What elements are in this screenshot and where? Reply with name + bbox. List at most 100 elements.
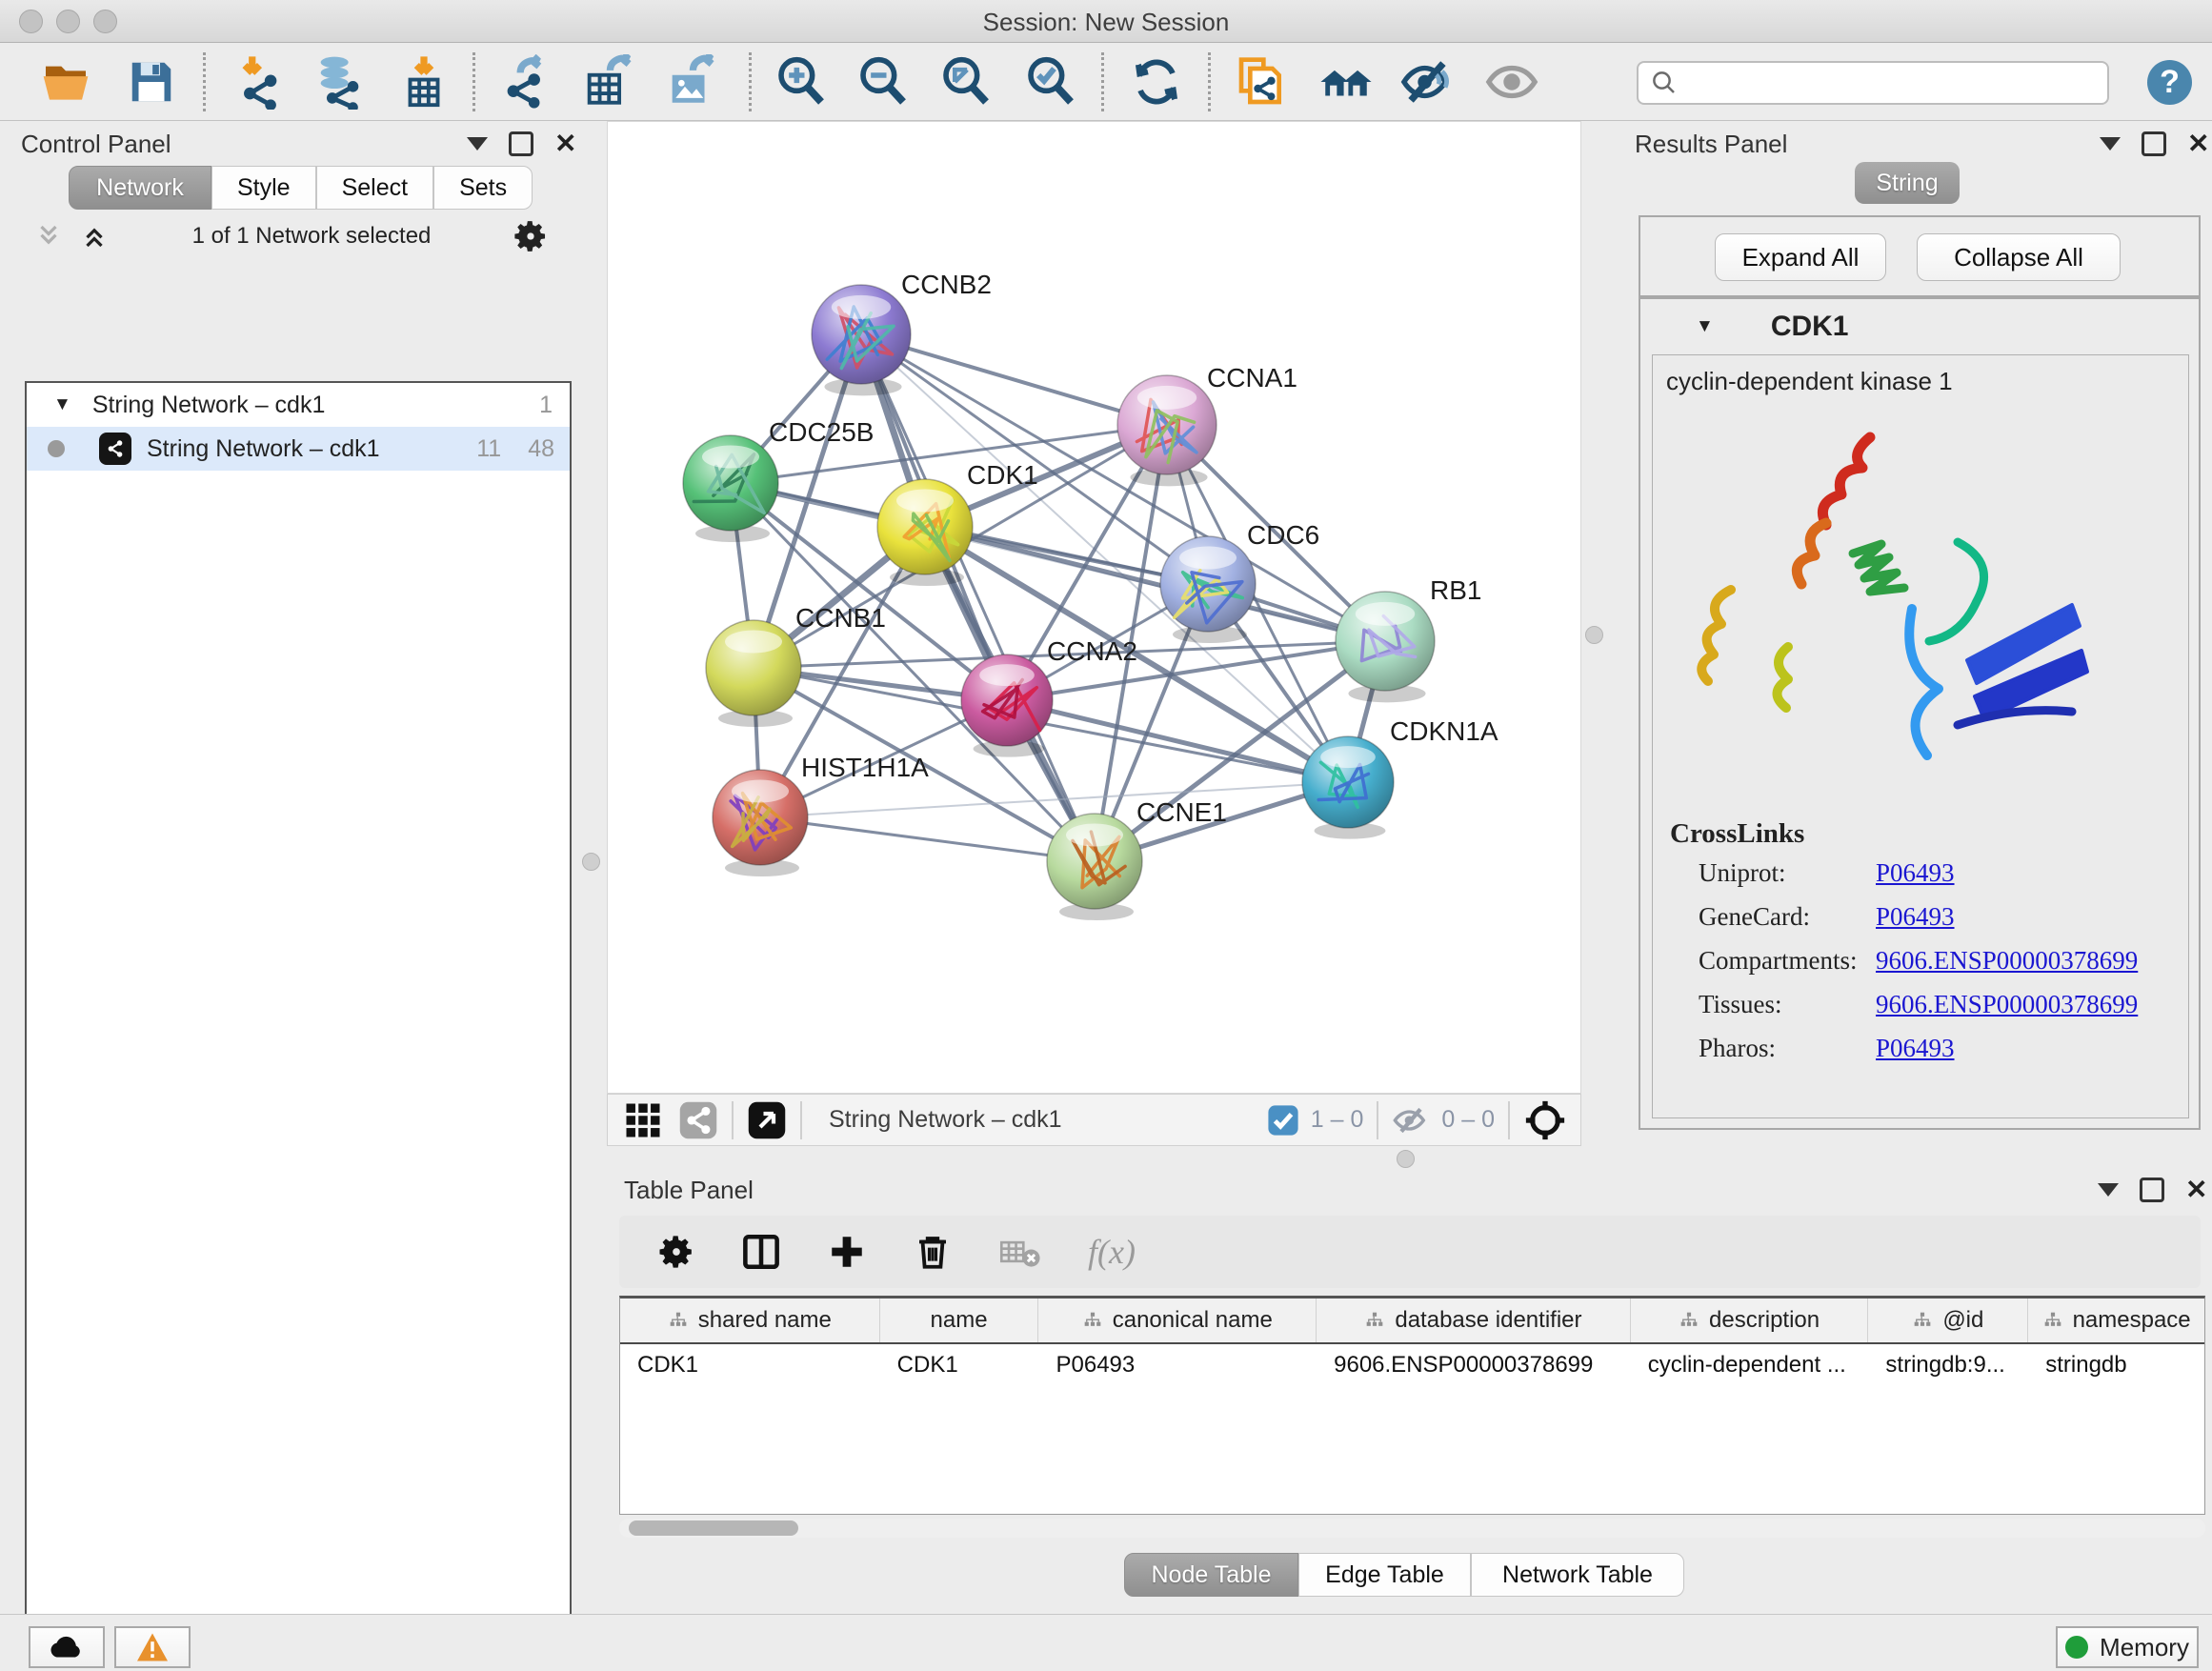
show-eye-icon <box>1484 54 1539 110</box>
tab-string[interactable]: String <box>1855 162 1960 204</box>
network-graph[interactable]: CCNB2CCNA1CDC25BCDK1CDC6RB1CCNB1CCNA2CDK… <box>608 122 1580 1093</box>
results-panel-close-icon[interactable]: ✕ <box>2187 134 2209 153</box>
column-header[interactable]: database identifier <box>1317 1299 1631 1342</box>
table-row[interactable]: CDK1 CDK1 P06493 9606.ENSP00000378699 cy… <box>620 1344 2204 1386</box>
detach-view-icon[interactable] <box>747 1100 787 1140</box>
memory-button[interactable]: Memory <box>2056 1626 2199 1668</box>
zoom-out-button[interactable] <box>852 50 915 113</box>
control-panel-menu-icon[interactable] <box>467 137 488 151</box>
zoom-selected-button[interactable] <box>1019 50 1082 113</box>
crosslink-value[interactable]: P06493 <box>1876 902 1955 932</box>
search-input[interactable] <box>1679 69 2082 97</box>
save-session-button[interactable] <box>120 50 183 113</box>
delete-column-trash-icon[interactable] <box>913 1232 953 1272</box>
help-button[interactable]: ? <box>2147 60 2192 105</box>
horizontal-splitter-handle[interactable] <box>1397 1150 1415 1168</box>
network-mode-icon[interactable] <box>678 1100 718 1140</box>
protein-expander-icon[interactable]: ▼ <box>1696 316 1714 337</box>
collapse-all-button[interactable]: Collapse All <box>1917 233 2121 281</box>
node-count: 11 <box>476 435 501 463</box>
tab-sets[interactable]: Sets <box>433 166 533 210</box>
expand-all-button[interactable]: Expand All <box>1715 233 1886 281</box>
zoom-in-button[interactable] <box>770 50 833 113</box>
tab-edge-table[interactable]: Edge Table <box>1298 1553 1471 1597</box>
import-network-from-database-button[interactable] <box>308 50 371 113</box>
grid-mode-icon[interactable] <box>623 1100 663 1140</box>
results-panel-menu-icon[interactable] <box>2100 137 2121 151</box>
vertical-splitter-handle-right[interactable] <box>1585 626 1603 644</box>
selected-checkbox-icon[interactable] <box>1267 1104 1299 1137</box>
network-canvas[interactable]: CCNB2CCNA1CDC25BCDK1CDC6RB1CCNB1CCNA2CDK… <box>607 121 1581 1094</box>
control-panel-close-icon[interactable]: ✕ <box>554 134 576 153</box>
column-header[interactable]: name <box>880 1299 1039 1342</box>
control-panel-float-icon[interactable] <box>509 131 533 156</box>
network-collection-row[interactable]: ▼ String Network – cdk1 1 <box>27 383 570 427</box>
zoom-fit-content-button[interactable] <box>935 50 997 113</box>
results-panel-float-icon[interactable] <box>2142 131 2166 156</box>
table-panel-float-icon[interactable] <box>2140 1178 2164 1202</box>
export-network-button[interactable] <box>493 50 556 113</box>
collapse-all-icon[interactable] <box>32 222 65 251</box>
column-header[interactable]: namespace <box>2028 1299 2204 1342</box>
table-horizontal-scrollbar[interactable] <box>619 1519 2205 1538</box>
network-row[interactable]: String Network – cdk1 11 48 <box>27 427 570 471</box>
crosslink-value[interactable]: 9606.ENSP00000378699 <box>1876 946 2138 976</box>
memory-label: Memory <box>2100 1633 2189 1662</box>
string-app-icon <box>99 433 131 465</box>
node-label-ccnb1: CCNB1 <box>795 603 886 633</box>
column-tree-icon <box>1082 1311 1103 1330</box>
expand-all-icon[interactable] <box>78 222 111 251</box>
table-settings-gear-icon[interactable] <box>657 1233 695 1271</box>
scrollbar-thumb[interactable] <box>629 1520 798 1536</box>
node-label-rb1: RB1 <box>1430 575 1481 605</box>
column-header[interactable]: description <box>1631 1299 1869 1342</box>
collection-label: String Network – cdk1 <box>92 392 326 419</box>
apply-preferred-layout-button[interactable] <box>1125 50 1188 113</box>
column-header[interactable]: @id <box>1868 1299 2028 1342</box>
warnings-button[interactable] <box>114 1626 191 1668</box>
function-builder-fx: f(x) <box>1088 1232 1136 1272</box>
node-label-ccne1: CCNE1 <box>1136 797 1227 827</box>
collection-expander-icon[interactable]: ▼ <box>53 394 71 415</box>
copy-network-icon <box>1235 55 1288 109</box>
table-panel-close-icon[interactable]: ✕ <box>2185 1180 2207 1199</box>
tab-select[interactable]: Select <box>316 166 433 210</box>
crosslink-value[interactable]: P06493 <box>1876 1034 1955 1063</box>
node-label-cdc6: CDC6 <box>1247 520 1319 550</box>
import-table-from-file-button[interactable] <box>392 50 455 113</box>
table-panel-menu-icon[interactable] <box>2098 1183 2119 1197</box>
first-neighbors-button[interactable] <box>1315 50 1377 113</box>
hide-selected-button[interactable] <box>1396 50 1458 113</box>
tab-network[interactable]: Network <box>69 166 211 210</box>
crosslink-label: Compartments: <box>1699 946 1857 976</box>
create-column-plus-icon[interactable] <box>827 1232 867 1272</box>
column-header[interactable]: canonical name <box>1038 1299 1317 1342</box>
export-table-button[interactable] <box>576 50 639 113</box>
zoom-selected-icon <box>1024 55 1077 109</box>
vertical-splitter-handle-left[interactable] <box>582 853 600 871</box>
open-folder-icon <box>39 55 92 109</box>
save-floppy-icon <box>126 56 177 108</box>
show-columns-icon[interactable] <box>741 1232 781 1272</box>
search-field[interactable] <box>1637 61 2109 105</box>
toolbar-separator <box>473 52 475 111</box>
gear-icon[interactable] <box>513 218 549 254</box>
import-network-from-file-button[interactable] <box>228 50 291 113</box>
network-tree: ▼ String Network – cdk1 1 String Network… <box>25 381 572 1671</box>
export-image-button[interactable] <box>659 50 722 113</box>
node-label-cdc25b: CDC25B <box>769 417 874 447</box>
clone-network-button[interactable] <box>1230 50 1293 113</box>
tab-style[interactable]: Style <box>211 166 316 210</box>
crosslink-value[interactable]: 9606.ENSP00000378699 <box>1876 990 2138 1019</box>
window-title: Session: New Session <box>0 8 2212 37</box>
cloud-status-button[interactable] <box>29 1626 105 1668</box>
birds-eye-view-icon[interactable] <box>1523 1098 1567 1142</box>
show-all-button[interactable] <box>1480 50 1543 113</box>
tab-network-table[interactable]: Network Table <box>1471 1553 1684 1597</box>
tab-node-table[interactable]: Node Table <box>1124 1553 1298 1597</box>
node-label-ccnb2: CCNB2 <box>901 270 992 299</box>
node-label-ccna2: CCNA2 <box>1047 636 1137 666</box>
crosslink-value[interactable]: P06493 <box>1876 858 1955 888</box>
column-header[interactable]: shared name <box>620 1299 880 1342</box>
open-session-button[interactable] <box>34 50 97 113</box>
